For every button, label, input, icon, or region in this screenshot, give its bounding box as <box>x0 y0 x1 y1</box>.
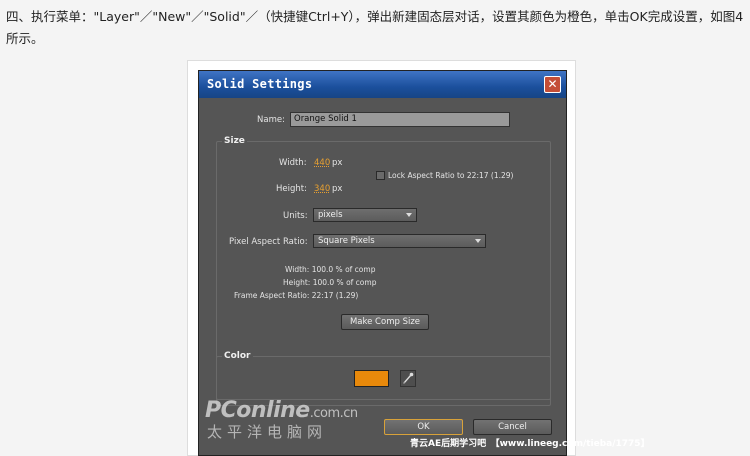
width-label: Width: <box>279 158 307 168</box>
name-field[interactable]: Orange Solid 1 <box>290 112 510 127</box>
chevron-down-icon <box>475 239 481 243</box>
close-button[interactable]: ✕ <box>544 76 561 93</box>
chevron-down-icon <box>406 213 412 217</box>
pconline-chinese-watermark: 太平洋电脑网 <box>207 423 328 441</box>
width-unit: px <box>332 158 343 168</box>
dialog-title: Solid Settings <box>207 77 313 91</box>
height-label: Height: <box>276 184 307 194</box>
height-value[interactable]: 340 <box>314 184 330 194</box>
units-dropdown[interactable]: pixels <box>313 208 417 222</box>
color-swatch[interactable] <box>354 370 389 387</box>
pconline-logo-text: PConline <box>205 398 310 423</box>
lock-aspect-label: Lock Aspect Ratio to 22:17 (1.29) <box>388 171 514 180</box>
pconline-watermark: PConline.com.cn <box>205 398 358 423</box>
eyedropper-button[interactable] <box>400 370 416 387</box>
info-width: Width: 100.0 % of comp <box>285 265 376 274</box>
close-icon: ✕ <box>547 77 558 91</box>
instruction-text: 四、执行菜单："Layer"／"New"／"Solid"／（快捷键Ctrl+Y）… <box>6 9 744 46</box>
info-frame-aspect: Frame Aspect Ratio: 22:17 (1.29) <box>234 291 359 300</box>
height-unit: px <box>332 184 343 194</box>
units-value: pixels <box>318 210 343 220</box>
cancel-button[interactable]: Cancel <box>473 419 552 435</box>
pixel-aspect-dropdown[interactable]: Square Pixels <box>313 234 486 248</box>
units-label: Units: <box>283 211 308 221</box>
tieba-watermark: 青云AE后期学习吧 【www.lineeg.com/tieba/1775】 <box>410 439 650 449</box>
lock-aspect-checkbox[interactable] <box>376 171 385 180</box>
info-height: Height: 100.0 % of comp <box>283 278 377 287</box>
pixel-aspect-label: Pixel Aspect Ratio: <box>229 237 308 247</box>
size-group-title: Size <box>222 136 247 146</box>
ok-button[interactable]: OK <box>384 419 463 435</box>
pconline-domain: .com.cn <box>309 406 358 421</box>
eyedropper-icon <box>403 372 414 384</box>
title-bar[interactable]: Solid Settings ✕ <box>199 71 566 98</box>
make-comp-size-button[interactable]: Make Comp Size <box>341 314 429 330</box>
width-value[interactable]: 440 <box>314 158 330 168</box>
color-group-title: Color <box>222 351 253 361</box>
pixel-aspect-value: Square Pixels <box>318 236 375 246</box>
name-label: Name: <box>257 115 285 125</box>
